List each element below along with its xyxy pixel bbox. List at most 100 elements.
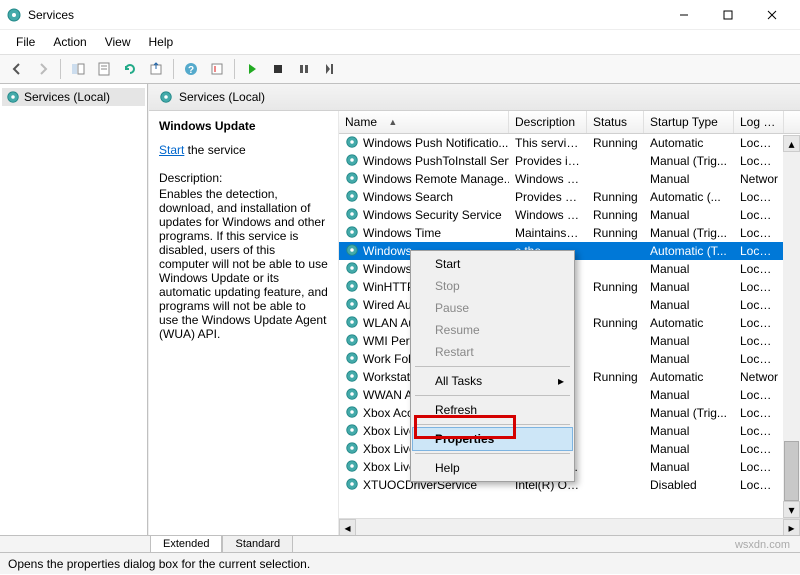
scroll-right-button[interactable]: ▸ bbox=[783, 519, 800, 535]
service-row[interactable]: Windows Push Notificatio...This service … bbox=[339, 134, 800, 152]
minimize-button[interactable] bbox=[662, 1, 706, 29]
service-name: Windows Push Notificatio... bbox=[363, 136, 508, 150]
stop-service-button[interactable] bbox=[267, 58, 289, 80]
service-status bbox=[587, 448, 644, 450]
show-hide-tree-button[interactable] bbox=[67, 58, 89, 80]
service-name: Windows Security Service bbox=[363, 208, 502, 222]
service-desc: Provides co... bbox=[509, 189, 587, 205]
service-logon: Local Sy bbox=[734, 243, 784, 259]
svg-text:?: ? bbox=[188, 65, 194, 76]
service-icon bbox=[345, 459, 359, 476]
ctx-all-tasks[interactable]: All Tasks▸ bbox=[413, 370, 572, 392]
service-startup: Automatic bbox=[644, 135, 734, 151]
service-status: Running bbox=[587, 315, 644, 331]
col-header-status[interactable]: Status bbox=[587, 111, 644, 133]
service-startup: Manual bbox=[644, 333, 734, 349]
col-header-description[interactable]: Description bbox=[509, 111, 587, 133]
service-row[interactable]: Windows Security ServiceWindows S...Runn… bbox=[339, 206, 800, 224]
col-header-name[interactable]: Name ▲ bbox=[339, 111, 509, 133]
properties-button[interactable] bbox=[93, 58, 115, 80]
ctx-help[interactable]: Help bbox=[413, 457, 572, 479]
refresh-button[interactable] bbox=[119, 58, 141, 80]
service-name: Windows Time bbox=[363, 226, 441, 240]
service-logon: Local Sy bbox=[734, 153, 784, 169]
service-status bbox=[587, 250, 644, 252]
service-name: WLAN Au bbox=[363, 316, 415, 330]
service-startup: Manual bbox=[644, 459, 734, 475]
service-desc: Maintains d... bbox=[509, 225, 587, 241]
service-status bbox=[587, 430, 644, 432]
service-logon: Local Sy bbox=[734, 333, 784, 349]
service-icon bbox=[345, 477, 359, 494]
service-startup: Manual bbox=[644, 423, 734, 439]
service-logon: Local Sy bbox=[734, 477, 784, 493]
start-service-button[interactable] bbox=[241, 58, 263, 80]
service-status bbox=[587, 484, 644, 486]
tree-item-services-local[interactable]: Services (Local) bbox=[2, 88, 145, 106]
ctx-refresh[interactable]: Refresh bbox=[413, 399, 572, 421]
menu-help[interactable]: Help bbox=[141, 32, 182, 52]
service-startup: Manual bbox=[644, 171, 734, 187]
service-icon bbox=[345, 243, 359, 260]
service-row[interactable]: Windows TimeMaintains d...RunningManual … bbox=[339, 224, 800, 242]
service-status: Running bbox=[587, 189, 644, 205]
service-icon bbox=[345, 369, 359, 386]
maximize-button[interactable] bbox=[706, 1, 750, 29]
scroll-down-button[interactable]: ▾ bbox=[783, 501, 800, 518]
export-button[interactable] bbox=[145, 58, 167, 80]
service-startup: Automatic (... bbox=[644, 189, 734, 205]
tab-standard[interactable]: Standard bbox=[222, 536, 293, 552]
service-name: WinHTTP bbox=[363, 280, 415, 294]
service-startup: Manual bbox=[644, 441, 734, 457]
content-header-title: Services (Local) bbox=[179, 90, 265, 104]
service-name: Windows PushToInstall Serv... bbox=[363, 154, 509, 168]
service-status bbox=[587, 178, 644, 180]
service-startup: Automatic (T... bbox=[644, 243, 734, 259]
service-status bbox=[587, 394, 644, 396]
service-logon: Local Sy bbox=[734, 441, 784, 457]
service-name: Xbox Live bbox=[363, 424, 416, 438]
tree-label: Services (Local) bbox=[24, 90, 110, 104]
start-service-link[interactable]: Start bbox=[159, 143, 184, 157]
service-icon bbox=[345, 153, 359, 170]
detail-pane: Windows Update Start the service Descrip… bbox=[149, 111, 339, 535]
service-startup: Automatic bbox=[644, 369, 734, 385]
menu-action[interactable]: Action bbox=[45, 32, 94, 52]
service-icon bbox=[345, 423, 359, 440]
help-button[interactable]: ? bbox=[180, 58, 202, 80]
scroll-thumb-v[interactable] bbox=[784, 441, 799, 501]
menu-view[interactable]: View bbox=[97, 32, 139, 52]
col-header-startup[interactable]: Startup Type bbox=[644, 111, 734, 133]
scroll-up-button[interactable]: ▴ bbox=[783, 135, 800, 152]
service-row[interactable]: Windows SearchProvides co...RunningAutom… bbox=[339, 188, 800, 206]
service-status: Running bbox=[587, 135, 644, 151]
list-header: Name ▲ Description Status Startup Type L… bbox=[339, 111, 800, 134]
forward-button[interactable] bbox=[32, 58, 54, 80]
service-logon: Local Sy bbox=[734, 297, 784, 313]
back-button[interactable] bbox=[6, 58, 28, 80]
col-header-logon[interactable]: Log On bbox=[734, 111, 784, 133]
service-row[interactable]: Windows PushToInstall Serv...Provides in… bbox=[339, 152, 800, 170]
service-status bbox=[587, 268, 644, 270]
pause-service-button[interactable] bbox=[293, 58, 315, 80]
restart-service-button[interactable] bbox=[319, 58, 341, 80]
ctx-start[interactable]: Start bbox=[413, 253, 572, 275]
tab-extended[interactable]: Extended bbox=[150, 536, 222, 552]
service-icon bbox=[345, 405, 359, 422]
vertical-scrollbar[interactable]: ▴ ▾ bbox=[783, 135, 800, 518]
ctx-properties[interactable]: Properties bbox=[413, 428, 572, 450]
service-row[interactable]: Windows Remote Manage...Windows R...Manu… bbox=[339, 170, 800, 188]
service-status bbox=[587, 358, 644, 360]
menu-file[interactable]: File bbox=[8, 32, 43, 52]
service-name: Wired Aut bbox=[363, 298, 415, 312]
service-status bbox=[587, 412, 644, 414]
service-name: Windows Remote Manage... bbox=[363, 172, 509, 186]
service-desc: Provides inf... bbox=[509, 153, 587, 169]
service-icon bbox=[345, 171, 359, 188]
extra-button[interactable] bbox=[206, 58, 228, 80]
service-startup: Disabled bbox=[644, 477, 734, 493]
horizontal-scrollbar[interactable]: ◂ ▸ bbox=[339, 518, 800, 535]
service-startup: Manual bbox=[644, 207, 734, 223]
close-button[interactable] bbox=[750, 1, 794, 29]
scroll-left-button[interactable]: ◂ bbox=[339, 519, 356, 535]
